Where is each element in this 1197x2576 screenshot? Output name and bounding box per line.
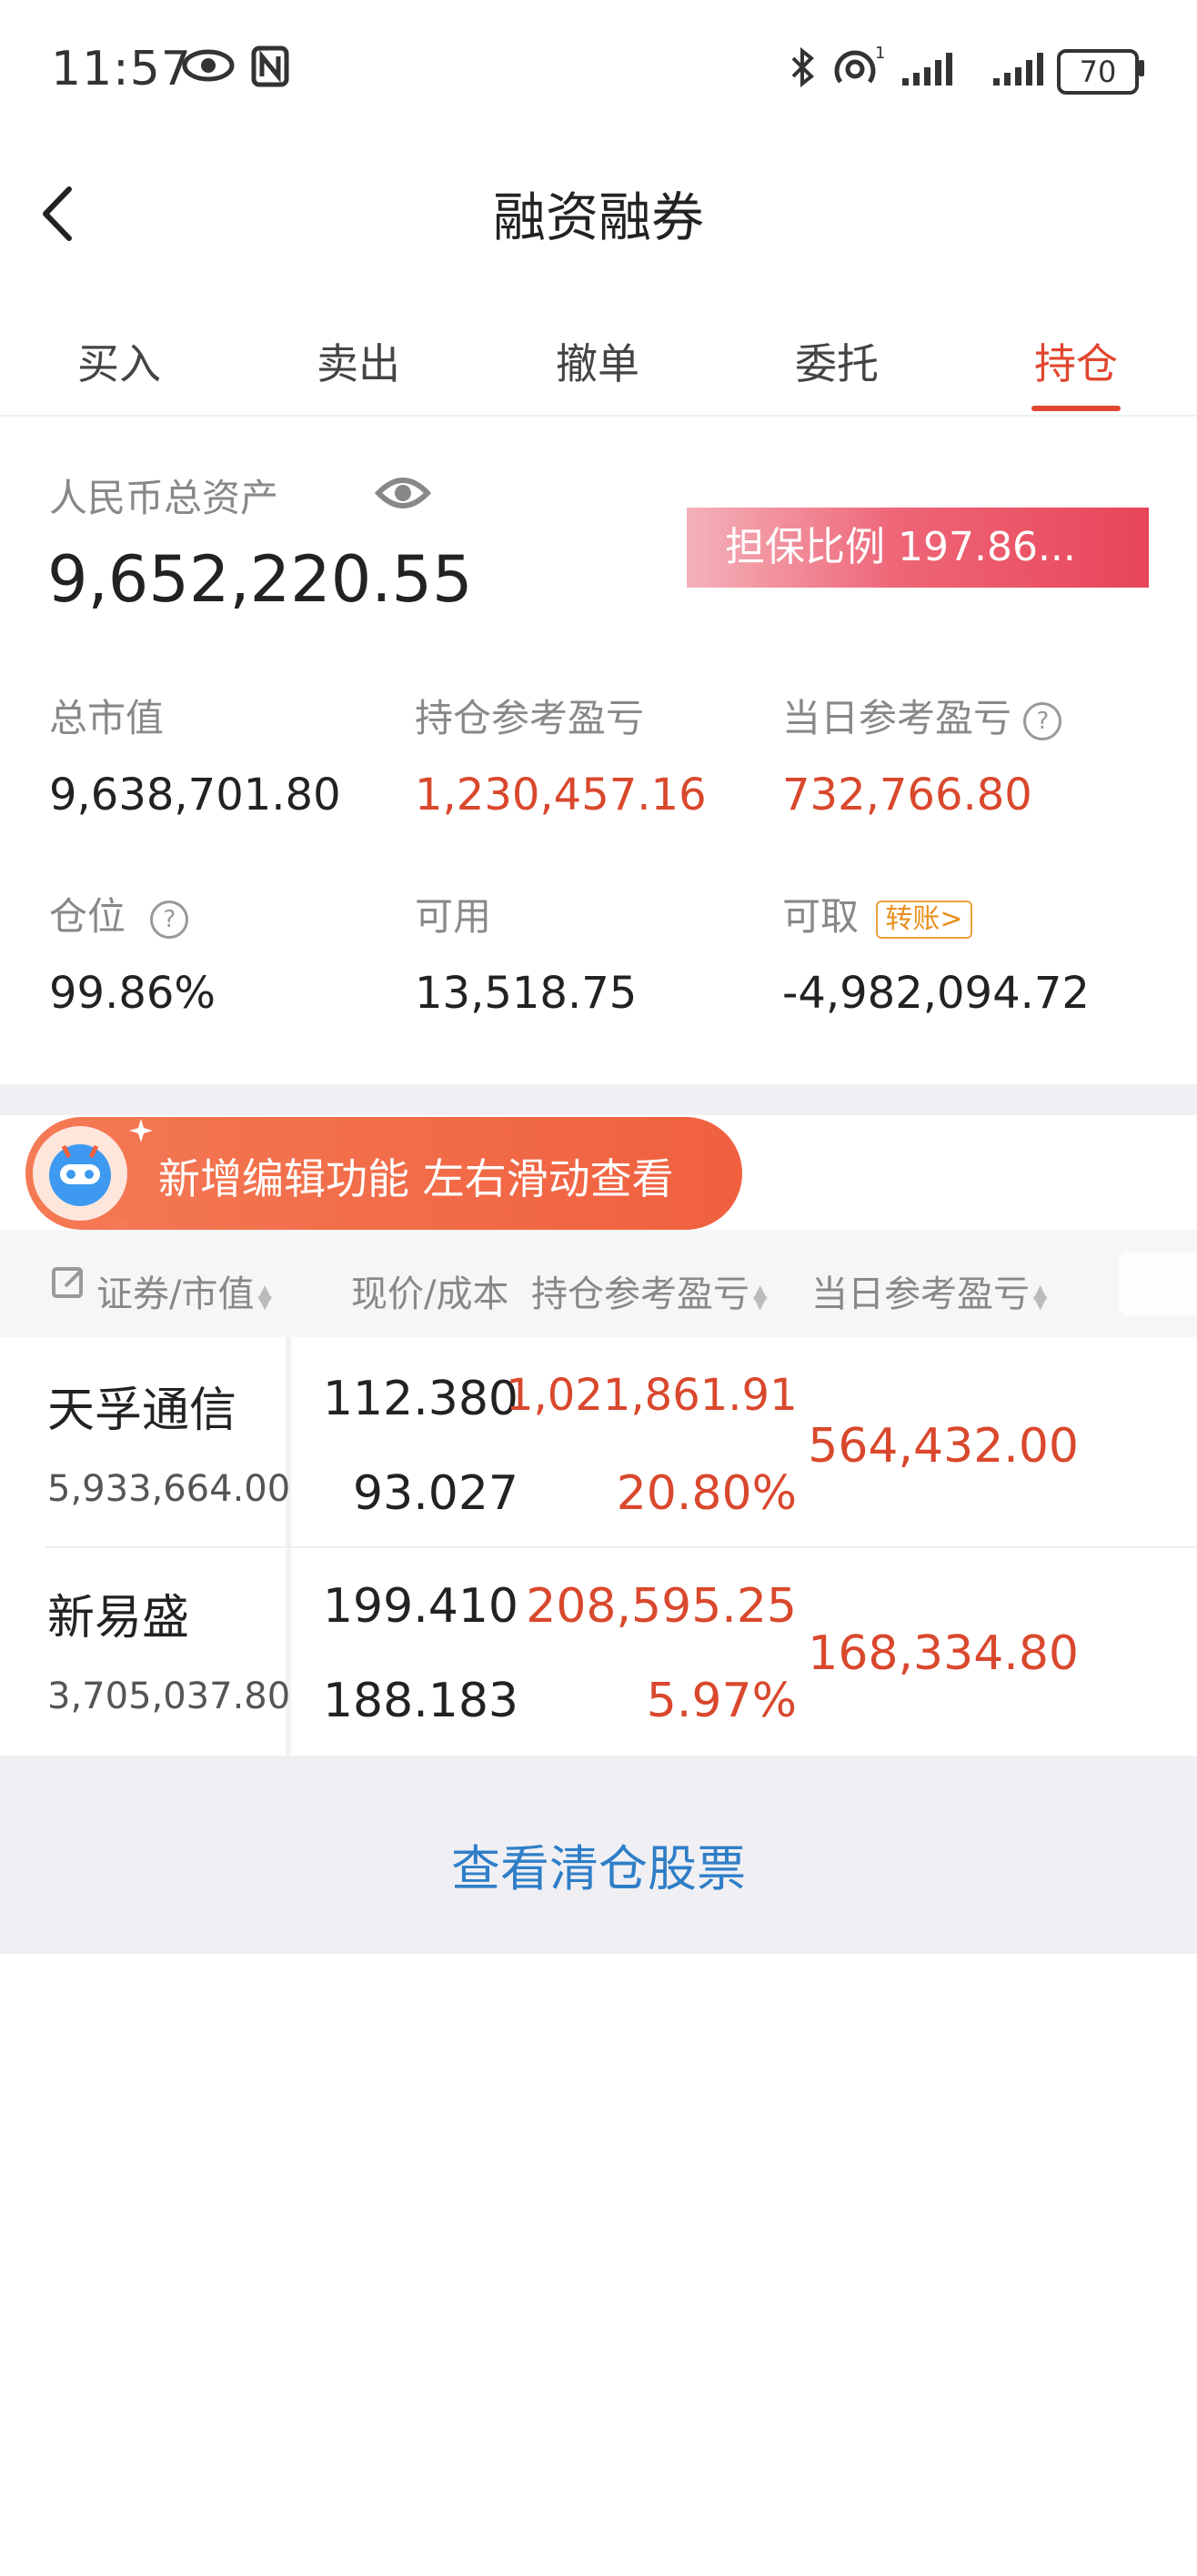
position-ratio-value: 99.86% bbox=[49, 968, 216, 1019]
stock-position-pl: 208,595.25 bbox=[526, 1579, 797, 1634]
help-icon[interactable]: ? bbox=[1023, 701, 1062, 740]
robot-mascot-icon bbox=[33, 1126, 127, 1221]
help-icon[interactable]: ? bbox=[150, 900, 189, 939]
page-title: 融资融券 bbox=[492, 186, 704, 248]
sparkle-icon bbox=[129, 1119, 153, 1142]
stock-daily-pl: 564,432.00 bbox=[808, 1419, 1079, 1474]
battery-icon: 70 bbox=[1057, 49, 1139, 95]
edit-icon[interactable] bbox=[51, 1264, 87, 1301]
stock-pl-percent: 5.97% bbox=[646, 1674, 797, 1728]
position-ratio-label: 仓位 bbox=[49, 894, 126, 939]
withdrawable-value: -4,982,094.72 bbox=[782, 968, 1090, 1019]
daily-pl-label-wrap: 当日参考盈亏 ? bbox=[782, 688, 1062, 743]
tab-positions[interactable]: 持仓 bbox=[1003, 331, 1149, 391]
header-position-pl: 持仓参考盈亏 bbox=[531, 1273, 749, 1315]
header-price-cost[interactable]: 现价/成本 bbox=[351, 1264, 508, 1317]
section-divider bbox=[0, 1084, 1197, 1115]
stock-pl-percent: 20.80% bbox=[616, 1466, 797, 1521]
stock-name: 天孚通信 bbox=[47, 1384, 237, 1438]
tab-cancel[interactable]: 撤单 bbox=[525, 331, 670, 391]
battery-tip bbox=[1139, 60, 1144, 76]
tab-active-indicator bbox=[1031, 406, 1121, 411]
header-daily-pl: 当日参考盈亏 bbox=[811, 1273, 1030, 1315]
position-pl-label: 持仓参考盈亏 bbox=[415, 696, 645, 740]
stock-name: 新易盛 bbox=[47, 1591, 190, 1645]
total-assets-label: 人民币总资产 bbox=[49, 476, 279, 520]
nfc-icon bbox=[251, 45, 289, 87]
market-value: 9,638,701.80 bbox=[49, 770, 341, 820]
header-daily-pl-wrap[interactable]: 当日参考盈亏 ▲ ▼ bbox=[811, 1264, 1047, 1317]
header-position-pl-wrap[interactable]: 持仓参考盈亏 ▲ ▼ bbox=[531, 1264, 767, 1317]
scroll-hint bbox=[1119, 1252, 1197, 1315]
signal-icon-1 bbox=[902, 53, 952, 86]
svg-text:1: 1 bbox=[875, 45, 885, 63]
available-label: 可用 bbox=[415, 894, 492, 939]
transfer-label: 转账 bbox=[885, 902, 940, 935]
battery-level: 70 bbox=[1079, 55, 1117, 89]
header-security-wrap[interactable]: 证券/市值 ▲ ▼ bbox=[96, 1264, 272, 1317]
status-time: 11:57 bbox=[51, 42, 192, 96]
stock-position-pl: 1,021,861.91 bbox=[506, 1370, 798, 1421]
signal-icon-2 bbox=[993, 53, 1043, 86]
daily-pl-label: 当日参考盈亏 bbox=[782, 696, 1012, 740]
transfer-button[interactable]: 转账> bbox=[876, 900, 972, 939]
position-pl-value: 1,230,457.16 bbox=[415, 770, 707, 820]
daily-pl-value: 732,766.80 bbox=[782, 770, 1032, 820]
eye-icon bbox=[182, 49, 235, 82]
sort-icon: ▲ ▼ bbox=[1033, 1280, 1048, 1313]
sort-icon: ▲ ▼ bbox=[753, 1280, 768, 1313]
hotspot-icon: 1 bbox=[834, 45, 885, 84]
stock-price: 199.410 bbox=[322, 1579, 518, 1634]
collateral-ratio-badge[interactable]: 担保比例 197.86... bbox=[687, 508, 1149, 588]
withdrawable-label-wrap: 可取 转账> bbox=[782, 886, 972, 941]
market-value-label: 总市值 bbox=[49, 696, 165, 740]
tab-divider bbox=[0, 415, 1197, 417]
tab-buy[interactable]: 买入 bbox=[46, 331, 192, 391]
available-value: 13,518.75 bbox=[415, 968, 638, 1019]
position-ratio-label-wrap: 仓位 ? bbox=[49, 886, 189, 941]
tab-sell[interactable]: 卖出 bbox=[286, 331, 431, 391]
stock-cost: 93.027 bbox=[353, 1466, 518, 1521]
stock-cost: 188.183 bbox=[322, 1674, 518, 1728]
view-closed-stocks-link[interactable]: 查看清仓股票 bbox=[0, 1828, 1197, 1900]
stock-price: 112.380 bbox=[322, 1372, 518, 1426]
stock-daily-pl: 168,334.80 bbox=[808, 1626, 1079, 1681]
tab-orders[interactable]: 委托 bbox=[764, 331, 910, 391]
sort-icon: ▲ ▼ bbox=[257, 1280, 272, 1313]
visibility-eye-icon[interactable] bbox=[375, 471, 431, 515]
bluetooth-icon bbox=[791, 47, 814, 87]
header-security: 证券/市值 bbox=[96, 1273, 255, 1315]
withdrawable-label: 可取 bbox=[782, 894, 860, 939]
total-assets-value: 9,652,220.55 bbox=[47, 542, 473, 617]
tooltip-text: 新增编辑功能 左右滑动查看 bbox=[158, 1154, 674, 1203]
